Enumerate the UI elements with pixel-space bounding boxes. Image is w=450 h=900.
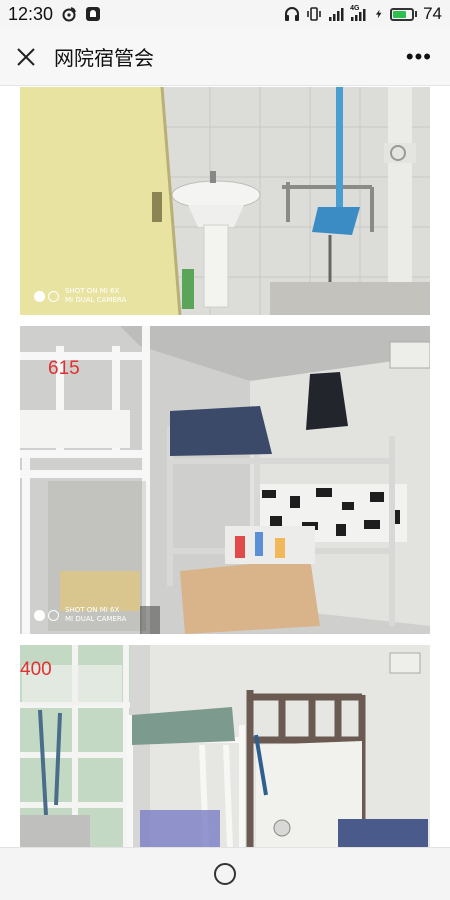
- status-bar: 12:30 4G 74: [0, 0, 450, 28]
- home-circle-icon[interactable]: [214, 863, 236, 885]
- signal-icon: [329, 8, 344, 21]
- photo-room-615[interactable]: 615 SHOT ON MI 6X MI DUAL CAMERA: [20, 326, 430, 634]
- vibrate-icon: [307, 7, 321, 21]
- room-number-label: 615: [48, 358, 80, 379]
- status-time: 12:30: [8, 3, 54, 24]
- watermark-line2: MI DUAL CAMERA: [65, 296, 127, 304]
- weibo-icon: [62, 7, 76, 22]
- nav-bar: 网院宿管会 •••: [0, 28, 450, 86]
- system-navigation-bar: [0, 847, 450, 900]
- watermark-line2: MI DUAL CAMERA: [65, 615, 127, 623]
- notification-icon: [86, 7, 101, 21]
- camera-watermark: SHOT ON MI 6X MI DUAL CAMERA: [34, 606, 126, 624]
- headphones-icon: [285, 7, 300, 21]
- photo-bathroom[interactable]: SHOT ON MI 6X MI DUAL CAMERA: [20, 87, 430, 315]
- page-title: 网院宿管会: [54, 48, 154, 70]
- battery-level: 74: [423, 4, 442, 23]
- watermark-line1: SHOT ON MI 6X: [65, 606, 120, 614]
- camera-watermark: SHOT ON MI 6X MI DUAL CAMERA: [34, 287, 126, 305]
- photo-room-400[interactable]: 400: [20, 645, 430, 847]
- article-content: SHOT ON MI 6X MI DUAL CAMERA 615 SHOT ON…: [0, 87, 450, 847]
- watermark-line1: SHOT ON MI 6X: [65, 287, 120, 295]
- room-number-label: 400: [20, 659, 52, 680]
- battery-icon: [390, 7, 418, 21]
- signal-4g-icon: 4G: [350, 5, 368, 22]
- close-icon: [17, 47, 35, 66]
- more-button[interactable]: •••: [402, 44, 436, 70]
- close-button[interactable]: [14, 45, 38, 69]
- charging-icon: [375, 9, 382, 19]
